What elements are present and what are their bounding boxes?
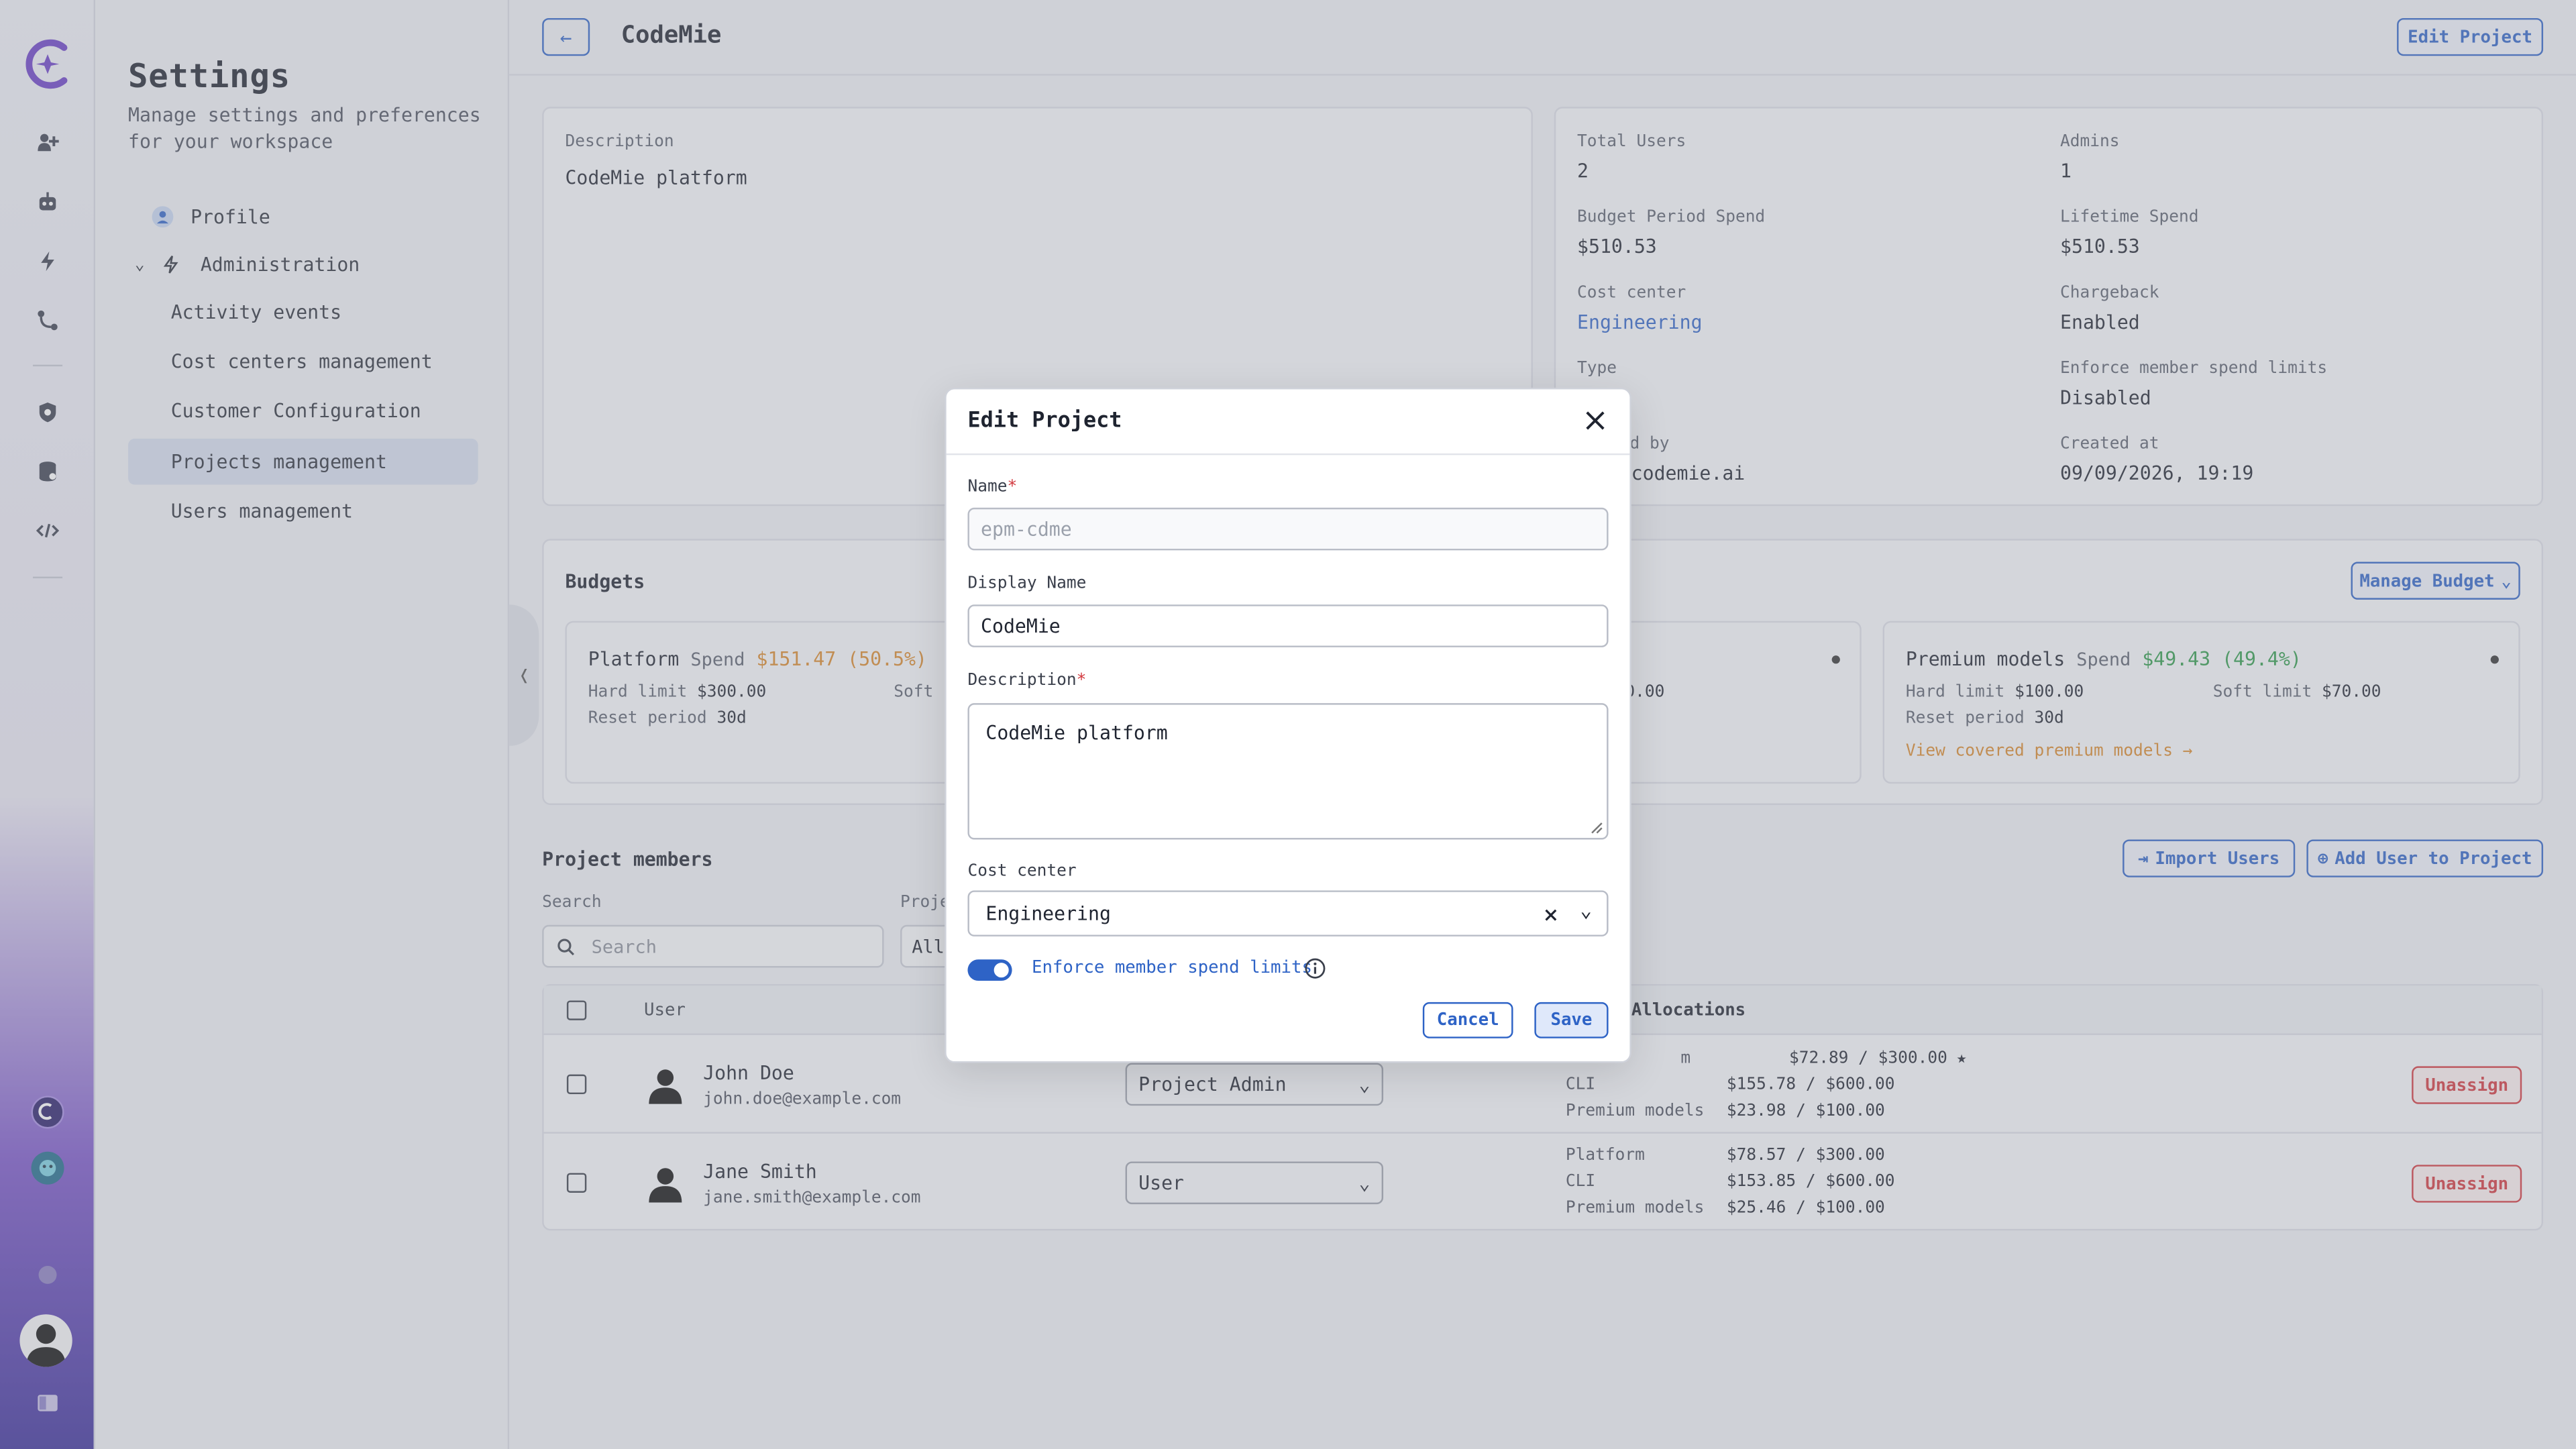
cost-center-label: Cost center <box>967 862 1077 881</box>
chevron-down-icon[interactable]: ⌄ <box>1580 899 1592 922</box>
enforce-limits-label: Enforce member spend limits <box>1031 957 1312 978</box>
required-mark: * <box>1076 672 1087 690</box>
enforce-limits-toggle[interactable] <box>967 959 1012 981</box>
cost-center-value: Engineering <box>985 902 1111 925</box>
description-label-text: Description <box>967 672 1077 690</box>
description-textarea[interactable]: CodeMie platform <box>967 703 1609 840</box>
display-name-value: CodeMie <box>981 614 1061 638</box>
name-placeholder: epm-cdme <box>981 517 1072 541</box>
info-icon[interactable] <box>1305 958 1326 979</box>
name-label: Name* <box>967 478 1017 496</box>
name-input[interactable]: epm-cdme <box>967 507 1609 551</box>
edit-project-dialog: Edit Project Name* epm-cdme Display Name… <box>945 387 1631 1063</box>
save-button[interactable]: Save <box>1534 1002 1609 1038</box>
required-mark: * <box>1007 478 1018 496</box>
display-name-label: Display Name <box>967 575 1087 594</box>
clear-icon[interactable] <box>1544 908 1558 922</box>
description-text: CodeMie platform <box>985 721 1168 745</box>
dialog-title: Edit Project <box>967 409 1122 434</box>
close-icon[interactable] <box>1584 409 1607 432</box>
display-name-input[interactable]: CodeMie <box>967 604 1609 647</box>
resize-handle-icon[interactable] <box>1591 822 1604 835</box>
cancel-button[interactable]: Cancel <box>1422 1002 1513 1038</box>
name-label-text: Name <box>967 478 1008 496</box>
description-label: Description* <box>967 672 1086 690</box>
dialog-header: Edit Project <box>946 389 1630 455</box>
cost-center-select[interactable]: Engineering ⌄ <box>967 890 1609 936</box>
